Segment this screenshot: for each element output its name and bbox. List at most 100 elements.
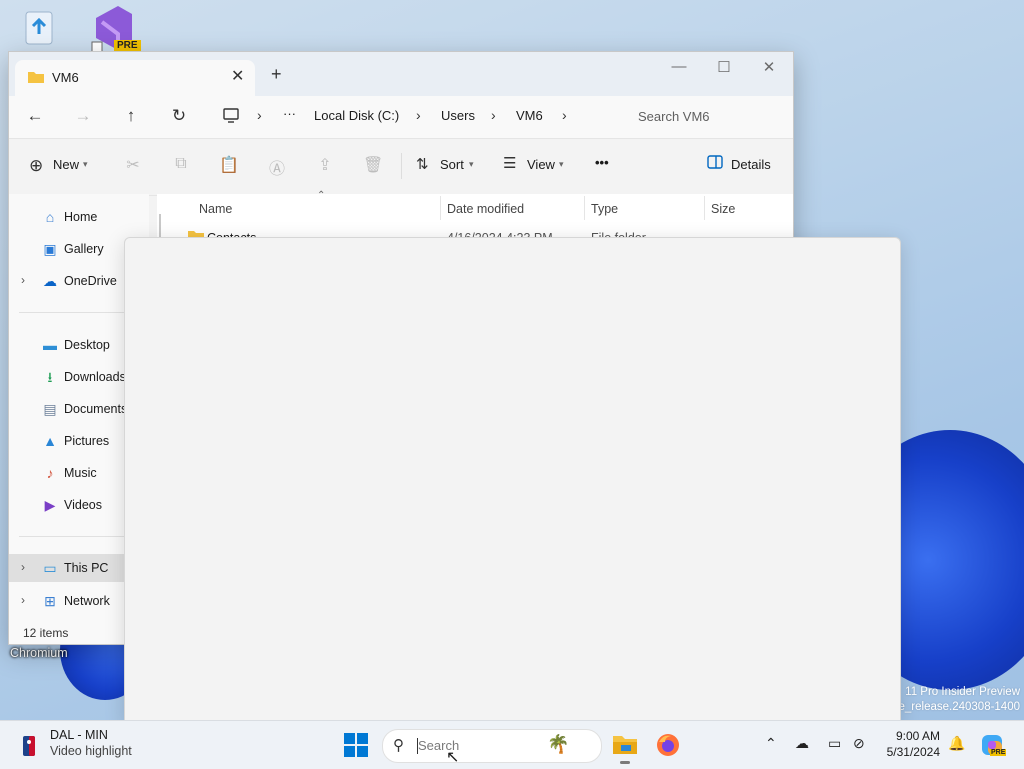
new-tab-button[interactable]: + bbox=[271, 64, 282, 85]
clock-time: 9:00 AM bbox=[895, 729, 940, 743]
paste-icon[interactable]: 📋 bbox=[219, 155, 239, 175]
breadcrumb-users[interactable]: Users bbox=[441, 108, 475, 123]
nav-item-label: Videos bbox=[64, 498, 102, 512]
column-separator[interactable] bbox=[584, 196, 585, 220]
chevron-down-icon: ▾ bbox=[469, 159, 474, 169]
tab-title: VM6 bbox=[52, 70, 79, 85]
minimize-icon[interactable]: — bbox=[665, 58, 693, 75]
chevron-right-icon[interactable]: › bbox=[21, 273, 25, 287]
nav-item-label: Downloads bbox=[64, 370, 126, 384]
copy-icon[interactable]: ⧉ bbox=[171, 155, 191, 173]
chevron-right-icon: › bbox=[416, 107, 421, 123]
pictures-icon: ▲ bbox=[43, 433, 57, 449]
blank-overlay-window[interactable] bbox=[124, 237, 901, 725]
command-bar: ⊕ New ▾ ✂ ⧉ 📋 Ⓐ ⇪ 🗑 ⇅ Sort ▾ ☰ View ▾ ••… bbox=[9, 138, 793, 196]
column-separator[interactable] bbox=[704, 196, 705, 220]
details-button[interactable]: Details bbox=[731, 157, 771, 172]
network-status-icon[interactable]: ⊘ bbox=[853, 735, 865, 752]
share-icon[interactable]: ⇪ bbox=[315, 155, 335, 175]
desktop-icon: ▬ bbox=[43, 337, 57, 353]
title-bar: VM6 ✕ + — ☐ ✕ bbox=[9, 52, 793, 96]
cut-icon[interactable]: ✂ bbox=[123, 155, 143, 175]
videos-icon: ▶ bbox=[44, 497, 56, 513]
column-header-type[interactable]: Type bbox=[591, 202, 618, 216]
address-bar: ← → ↑ ↻ › ··· Local Disk (C:) › Users › … bbox=[9, 96, 793, 138]
forward-icon[interactable]: → bbox=[71, 106, 95, 126]
chevron-right-icon[interactable]: › bbox=[21, 593, 25, 607]
chevron-right-icon[interactable]: › bbox=[562, 107, 567, 123]
maximize-icon[interactable]: ☐ bbox=[710, 58, 738, 76]
more-crumbs-icon[interactable]: ··· bbox=[283, 106, 296, 121]
column-header-date[interactable]: Date modified bbox=[447, 202, 524, 216]
music-icon: ♪ bbox=[46, 465, 54, 481]
tab-vm6[interactable]: VM6 ✕ bbox=[15, 60, 255, 96]
search-input[interactable]: Search VM6 bbox=[626, 102, 786, 132]
new-button[interactable]: New bbox=[53, 157, 79, 172]
cloud-icon: ☁ bbox=[43, 273, 57, 289]
breadcrumb-local-disk[interactable]: Local Disk (C:) bbox=[314, 108, 399, 123]
this-pc-icon[interactable] bbox=[222, 108, 240, 127]
chevron-right-icon: › bbox=[491, 107, 496, 123]
watermark-line2: ge_release.240308-1400 bbox=[892, 701, 1020, 713]
recycle-bin-icon[interactable] bbox=[14, 6, 66, 50]
details-pane-icon bbox=[707, 155, 723, 172]
start-button-icon[interactable] bbox=[344, 733, 368, 760]
network-icon: ⊞ bbox=[44, 593, 56, 609]
copilot-preview-badge: PRE bbox=[990, 749, 1007, 756]
show-hidden-icons-icon[interactable]: ⌃ bbox=[765, 735, 777, 752]
column-header-size[interactable]: Size bbox=[711, 202, 735, 216]
nav-item-label: Gallery bbox=[64, 242, 104, 256]
nav-item-label: Desktop bbox=[64, 338, 110, 352]
download-icon: ⭳ bbox=[47, 369, 53, 385]
folder-icon bbox=[27, 70, 45, 87]
sort-button[interactable]: Sort bbox=[440, 157, 464, 172]
widgets-button[interactable]: DAL - MIN Video highlight bbox=[14, 727, 164, 763]
chromium-shortcut-label[interactable]: Chromium bbox=[10, 646, 68, 660]
chevron-right-icon: › bbox=[257, 107, 262, 123]
pc-icon: ▭ bbox=[43, 560, 57, 576]
chevron-right-icon[interactable]: › bbox=[21, 560, 25, 574]
nav-item-label: OneDrive bbox=[64, 274, 117, 288]
sort-ascending-icon: ⌃ bbox=[317, 190, 326, 201]
back-icon[interactable]: ← bbox=[23, 106, 47, 126]
status-item-count: 12 items bbox=[23, 626, 69, 640]
watermark-line1: 11 Pro Insider Preview bbox=[905, 686, 1020, 698]
firefox-icon[interactable] bbox=[656, 733, 680, 760]
widget-subtitle: Video highlight bbox=[50, 744, 132, 758]
nav-item-home[interactable]: ⌂ Home bbox=[9, 203, 149, 231]
notification-bell-icon[interactable]: 🔔 bbox=[948, 735, 965, 752]
taskbar: DAL - MIN Video highlight ⚲ Search 🌴 ↖ ⌃… bbox=[0, 720, 1024, 769]
up-icon[interactable]: ↑ bbox=[119, 106, 143, 126]
nav-item-label: Pictures bbox=[64, 434, 110, 448]
visual-studio-preview-icon[interactable]: PRE bbox=[88, 4, 141, 53]
view-button[interactable]: View bbox=[527, 157, 555, 172]
mouse-cursor-icon: ↖ bbox=[446, 749, 460, 766]
display-icon[interactable]: ▭ bbox=[828, 735, 841, 752]
close-tab-icon[interactable]: ✕ bbox=[231, 66, 244, 86]
divider bbox=[19, 536, 139, 537]
divider bbox=[19, 312, 139, 313]
nav-item-label: This PC bbox=[64, 561, 109, 575]
taskbar-search-input[interactable]: ⚲ Search 🌴 bbox=[382, 729, 602, 763]
column-header-name[interactable]: Name bbox=[199, 202, 232, 216]
breadcrumb-vm6[interactable]: VM6 bbox=[516, 108, 543, 123]
close-window-icon[interactable]: ✕ bbox=[755, 58, 783, 76]
search-placeholder: Search VM6 bbox=[638, 109, 710, 124]
home-icon: ⌂ bbox=[45, 209, 55, 225]
running-indicator bbox=[620, 761, 630, 764]
nav-item-label: Documents bbox=[64, 402, 128, 416]
file-explorer-taskbar-icon[interactable] bbox=[612, 733, 638, 758]
refresh-icon[interactable]: ↻ bbox=[167, 106, 191, 126]
nba-logo-icon bbox=[22, 735, 36, 760]
search-icon: ⚲ bbox=[393, 737, 404, 754]
palm-trees-icon: 🌴 bbox=[547, 734, 570, 754]
rename-icon[interactable]: Ⓐ bbox=[267, 155, 287, 179]
preview-badge: PRE bbox=[114, 40, 141, 51]
clock[interactable]: 9:00 AM 5/31/2024 bbox=[887, 728, 940, 760]
column-separator[interactable] bbox=[440, 196, 441, 220]
chevron-down-icon: ▾ bbox=[559, 159, 564, 169]
nav-item-label: Music bbox=[64, 466, 97, 480]
more-options-button[interactable]: ••• bbox=[595, 155, 609, 170]
onedrive-offline-icon[interactable]: ☁ bbox=[795, 735, 809, 752]
delete-icon[interactable]: 🗑 bbox=[363, 155, 383, 175]
